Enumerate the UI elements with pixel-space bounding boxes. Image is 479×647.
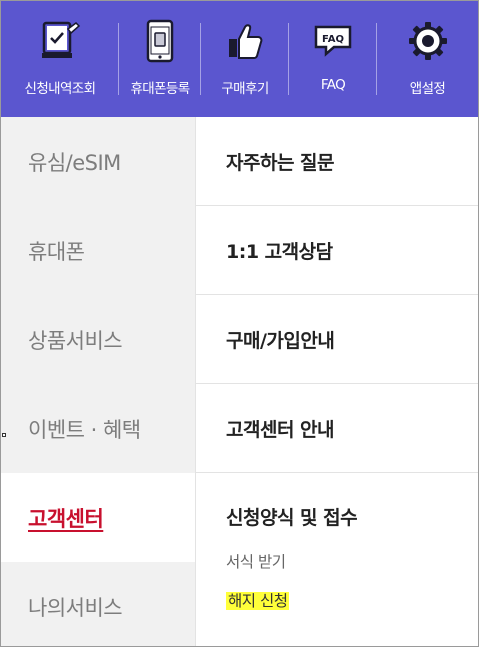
top-nav-application-history[interactable]: 신청내역조회 [1,1,119,117]
left-menu-label: 고객센터 [28,506,104,531]
left-menu-item-my-service[interactable]: 나의서비스 [1,562,195,646]
top-nav-app-settings[interactable]: 앱설정 [377,1,478,117]
phone-sim-icon [138,19,182,63]
left-menu-item-customer-center[interactable]: 고객센터 [1,473,195,562]
right-submenu: 자주하는 질문 1:1 고객상담 구매/가입안내 고객센터 안내 신청양식 및 … [195,117,478,646]
cursor-mark [2,433,6,437]
submenu-item-1to1-consult[interactable]: 1:1 고객상담 [196,206,478,295]
sub-item-label: 서식 받기 [226,553,286,571]
sub-item-download-forms[interactable]: 서식 받기 [226,550,289,572]
submenu-item-application-forms[interactable]: 신청양식 및 접수 서식 받기 해지 신청 [196,473,478,628]
submenu-label: 구매/가입안내 [226,329,335,352]
left-menu-item-product-service[interactable]: 상품서비스 [1,295,195,384]
submenu-item-faq[interactable]: 자주하는 질문 [196,117,478,206]
left-menu-label: 나의서비스 [28,595,123,620]
top-nav-label: 휴대폰등록 [130,81,190,97]
submenu-label: 1:1 고객상담 [226,240,333,263]
svg-text:FAQ: FAQ [322,34,344,45]
sub-item-cancel-request[interactable]: 해지 신청 [226,589,290,611]
top-nav-label: 구매후기 [221,81,269,97]
top-nav-label: FAQ [320,77,346,93]
top-nav-phone-register[interactable]: 휴대폰등록 [119,1,201,117]
submenu-item-center-info[interactable]: 고객센터 안내 [196,384,478,473]
left-menu-label: 이벤트 · 혜택 [28,417,141,442]
left-menu-item-usim-esim[interactable]: 유심/eSIM [1,117,195,206]
top-nav-reviews[interactable]: 구매후기 [201,1,289,117]
left-category-menu: 유심/eSIM 휴대폰 상품서비스 이벤트 · 혜택 고객센터 나의서비스 [1,117,195,646]
top-nav-label: 신청내역조회 [24,81,97,97]
submenu-label: 고객센터 안내 [226,418,335,441]
submenu-item-purchase-guide[interactable]: 구매/가입안내 [196,295,478,384]
top-nav-label: 앱설정 [409,81,446,97]
sub-item-label: 해지 신청 [226,592,290,610]
left-menu-item-phone[interactable]: 휴대폰 [1,206,195,295]
gear-icon [406,19,450,63]
submenu-sub-list: 서식 받기 해지 신청 [226,550,290,628]
submenu-label: 신청양식 및 접수 [226,507,358,529]
left-menu-label: 상품서비스 [28,328,123,353]
left-menu-label: 유심/eSIM [28,150,121,175]
top-nav-bar: 신청내역조회 휴대폰등록 구매후기 FAQ FAQ 앱설정 [1,1,478,117]
left-menu-item-event-benefit[interactable]: 이벤트 · 혜택 [1,384,195,473]
left-menu-label: 휴대폰 [28,239,85,264]
app-window: 신청내역조회 휴대폰등록 구매후기 FAQ FAQ 앱설정 유심/eSIM 휴대… [0,0,479,647]
top-nav-faq[interactable]: FAQ FAQ [289,1,377,117]
faq-bubble-icon: FAQ [311,19,355,63]
submenu-label: 자주하는 질문 [226,151,335,174]
clipboard-check-icon [38,19,82,63]
thumbs-up-icon [223,19,267,63]
